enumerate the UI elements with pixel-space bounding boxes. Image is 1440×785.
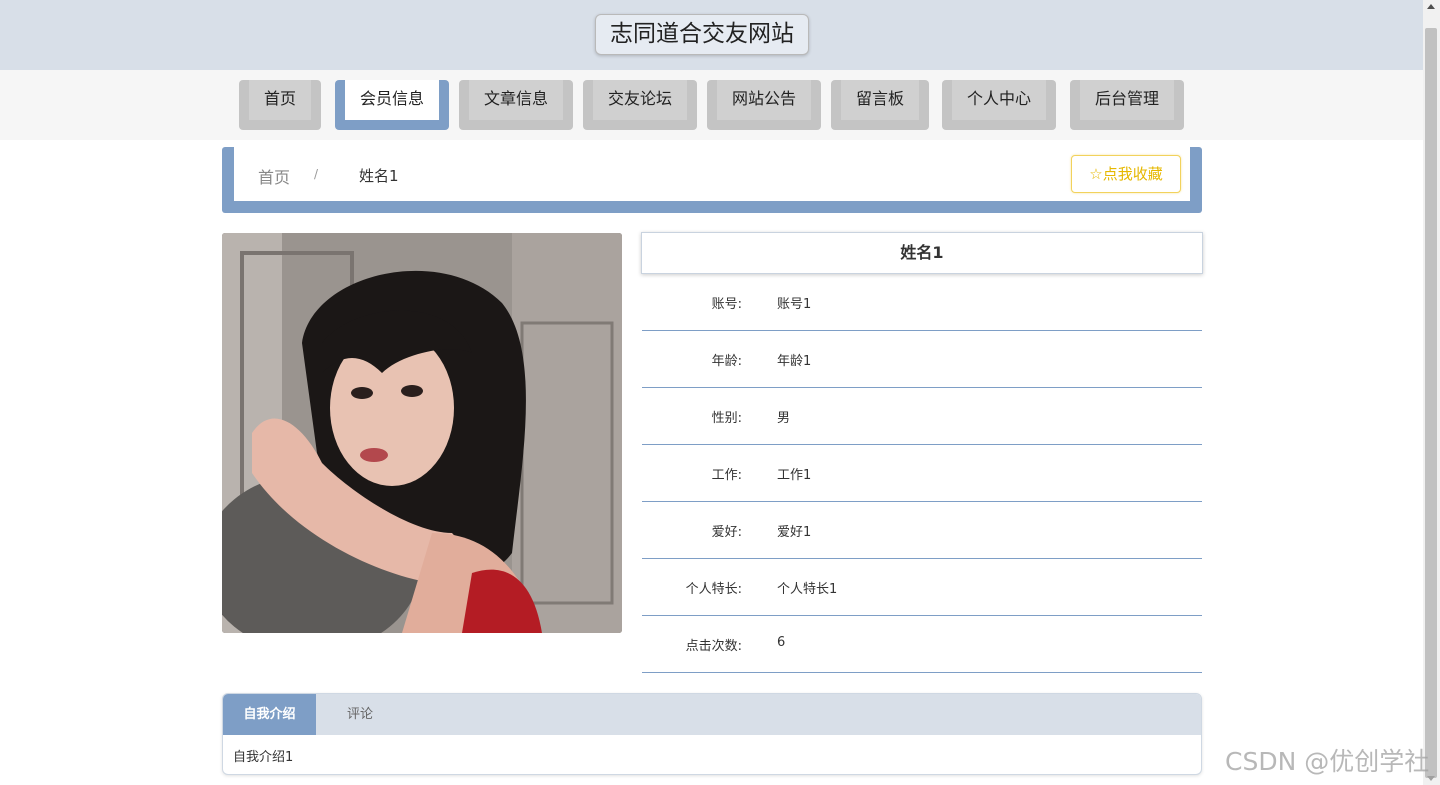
detail-row-hobby: 爱好: 爱好1 xyxy=(642,502,1202,559)
nav-item-articles[interactable]: 文章信息 xyxy=(459,80,573,130)
detail-label: 年龄: xyxy=(711,354,742,369)
nav-item-forum[interactable]: 交友论坛 xyxy=(583,80,697,130)
detail-row-specialty: 个人特长: 个人特长1 xyxy=(642,559,1202,616)
nav-item-admin[interactable]: 后台管理 xyxy=(1070,80,1184,130)
nav-item-label: 后台管理 xyxy=(1080,80,1174,120)
site-title: 志同道合交友网站 xyxy=(595,14,809,55)
site-header: 志同道合交友网站 xyxy=(0,0,1423,70)
detail-value: 6 xyxy=(777,635,786,650)
nav-item-label: 文章信息 xyxy=(469,80,563,120)
nav-item-label: 首页 xyxy=(249,80,311,120)
watermark: CSDN @优创学社 xyxy=(1225,747,1430,776)
detail-row-clicks: 点击次数: 6 xyxy=(642,616,1202,673)
detail-value: 年龄1 xyxy=(777,354,812,369)
favorite-button[interactable]: ☆点我收藏 xyxy=(1071,155,1181,193)
nav-item-members[interactable]: 会员信息 xyxy=(335,80,449,130)
detail-value: 账号1 xyxy=(777,297,812,312)
nav-item-home[interactable]: 首页 xyxy=(239,80,321,130)
detail-value: 男 xyxy=(777,411,791,426)
breadcrumb-current: 姓名1 xyxy=(359,167,399,185)
detail-label: 工作: xyxy=(711,468,742,483)
portrait-illustration xyxy=(222,233,622,633)
member-name-heading: 姓名1 xyxy=(641,232,1203,274)
detail-value: 爱好1 xyxy=(777,525,812,540)
detail-label: 爱好: xyxy=(711,525,742,540)
nav-item-label: 留言板 xyxy=(841,80,919,120)
breadcrumb-separator: / xyxy=(314,167,319,181)
detail-row-job: 工作: 工作1 xyxy=(642,445,1202,502)
tab-comments[interactable]: 评论 xyxy=(316,694,404,735)
tab-content: 自我介绍1 xyxy=(233,750,294,765)
scrollbar-thumb[interactable] xyxy=(1425,28,1437,778)
nav-item-label: 会员信息 xyxy=(345,80,439,120)
nav-item-personal-center[interactable]: 个人中心 xyxy=(942,80,1056,130)
nav-item-label: 个人中心 xyxy=(952,80,1046,120)
detail-label: 点击次数: xyxy=(685,639,742,654)
detail-value: 个人特长1 xyxy=(777,582,838,597)
nav-item-label: 交友论坛 xyxy=(593,80,687,120)
detail-label: 性别: xyxy=(711,411,742,426)
detail-row-account: 账号: 账号1 xyxy=(642,274,1202,331)
tab-self-intro[interactable]: 自我介绍 xyxy=(223,694,316,735)
detail-row-gender: 性别: 男 xyxy=(642,388,1202,445)
detail-label: 账号: xyxy=(711,297,742,312)
detail-value: 工作1 xyxy=(777,468,812,483)
scroll-up-arrow-icon[interactable] xyxy=(1427,4,1435,9)
nav-item-guestbook[interactable]: 留言板 xyxy=(831,80,929,130)
nav-item-label: 网站公告 xyxy=(717,80,811,120)
info-tabs: 自我介绍 评论 自我介绍1 xyxy=(222,693,1202,775)
member-photo xyxy=(222,233,622,633)
detail-label: 个人特长: xyxy=(685,582,742,597)
detail-row-age: 年龄: 年龄1 xyxy=(642,331,1202,388)
tabs-header: 自我介绍 评论 xyxy=(223,694,1201,735)
breadcrumb-home-link[interactable]: 首页 xyxy=(258,164,290,188)
nav-item-announcements[interactable]: 网站公告 xyxy=(707,80,821,130)
